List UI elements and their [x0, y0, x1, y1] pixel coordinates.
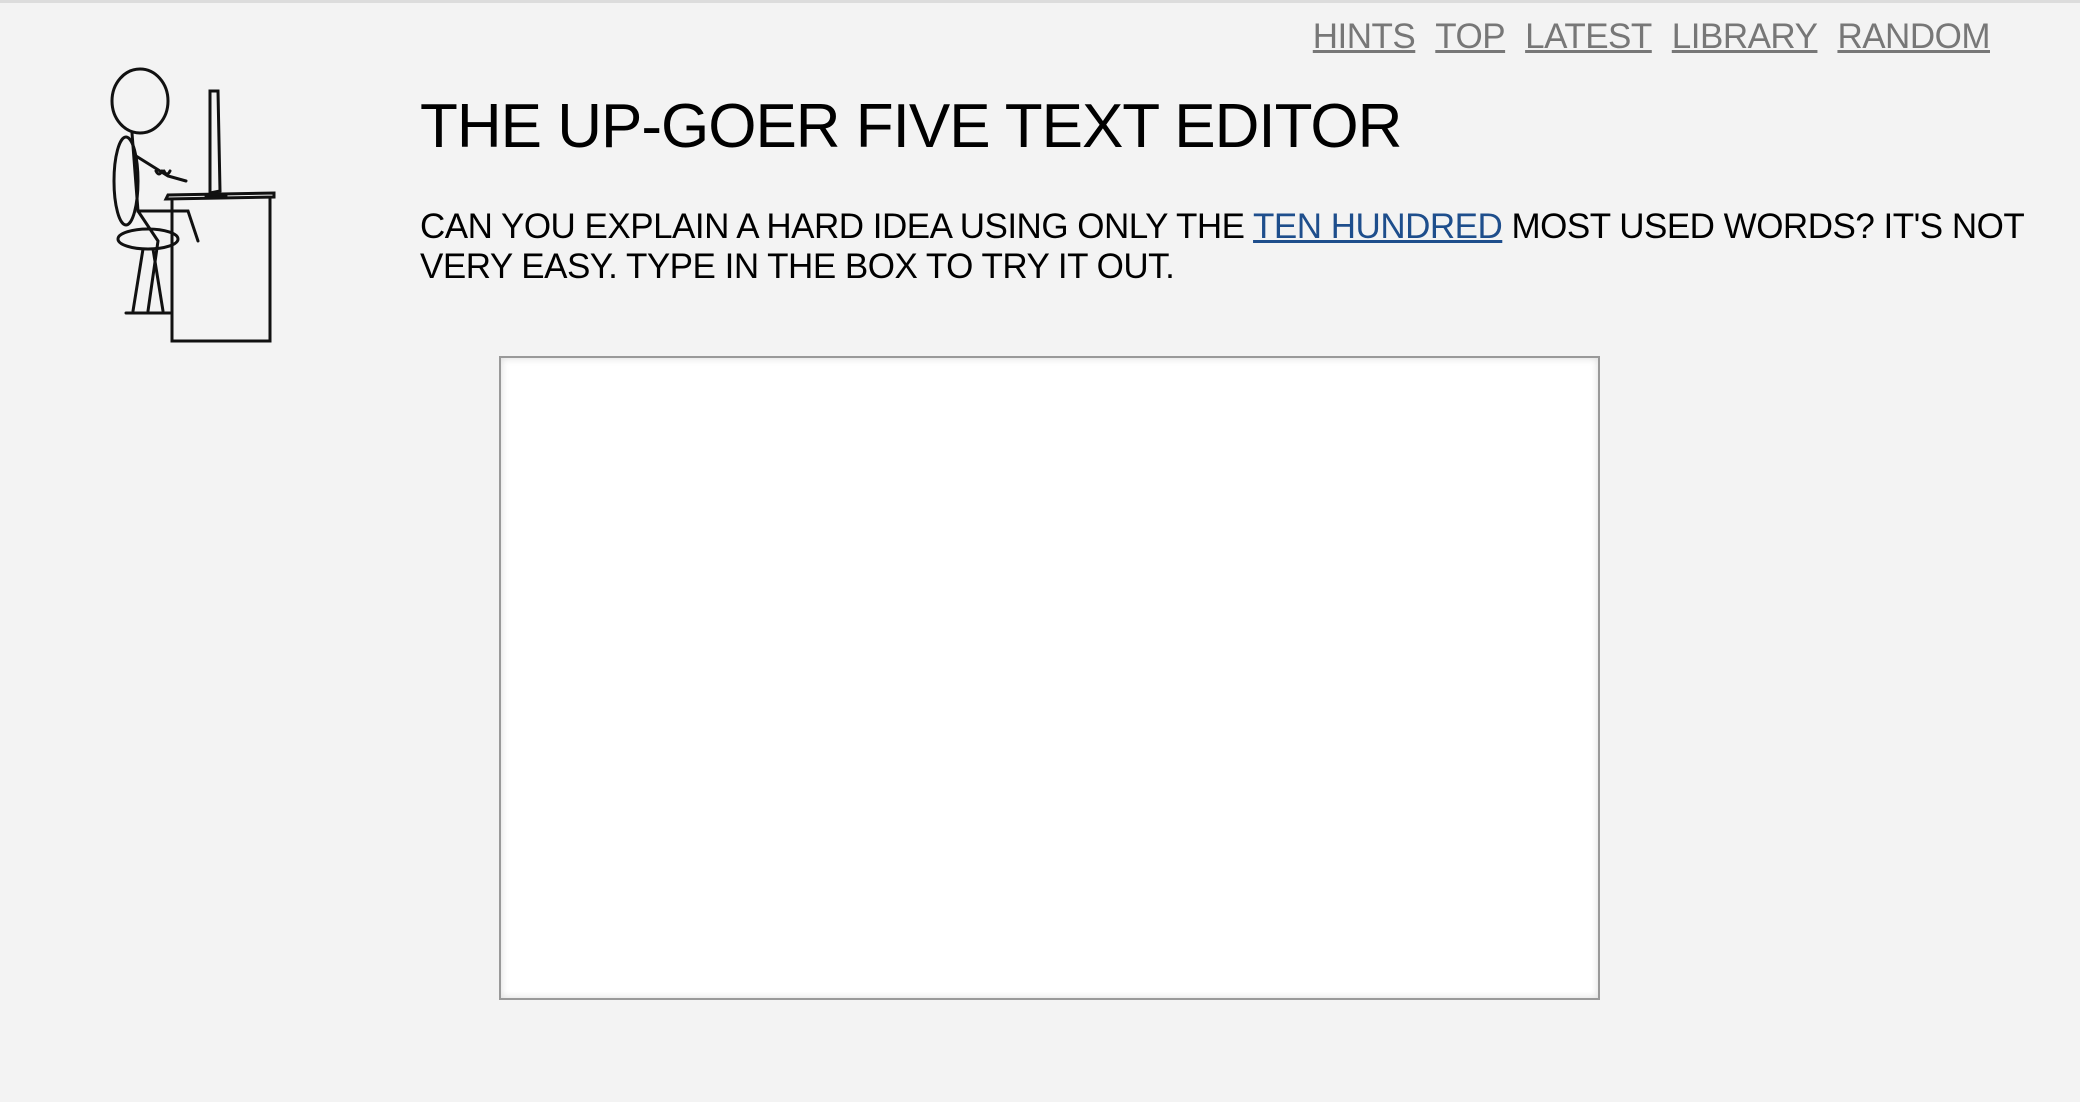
nav-random[interactable]: Random [1837, 17, 1990, 57]
nav-library[interactable]: Library [1672, 17, 1818, 57]
ten-hundred-link[interactable]: ten hundred [1253, 207, 1503, 246]
intro-text-before: Can you explain a hard idea using only t… [420, 207, 1254, 246]
page-title: The Up-Goer Five Text Editor [420, 92, 1402, 161]
stick-figure-at-desk-illustration [110, 67, 276, 343]
top-nav: Hints Top Latest Library Random [1313, 17, 1991, 57]
text-editor-input[interactable] [499, 356, 1600, 1000]
nav-hints[interactable]: Hints [1313, 17, 1416, 57]
intro-text: Can you explain a hard idea using only t… [420, 207, 2030, 287]
nav-latest[interactable]: Latest [1525, 17, 1652, 57]
nav-top[interactable]: Top [1435, 17, 1505, 57]
